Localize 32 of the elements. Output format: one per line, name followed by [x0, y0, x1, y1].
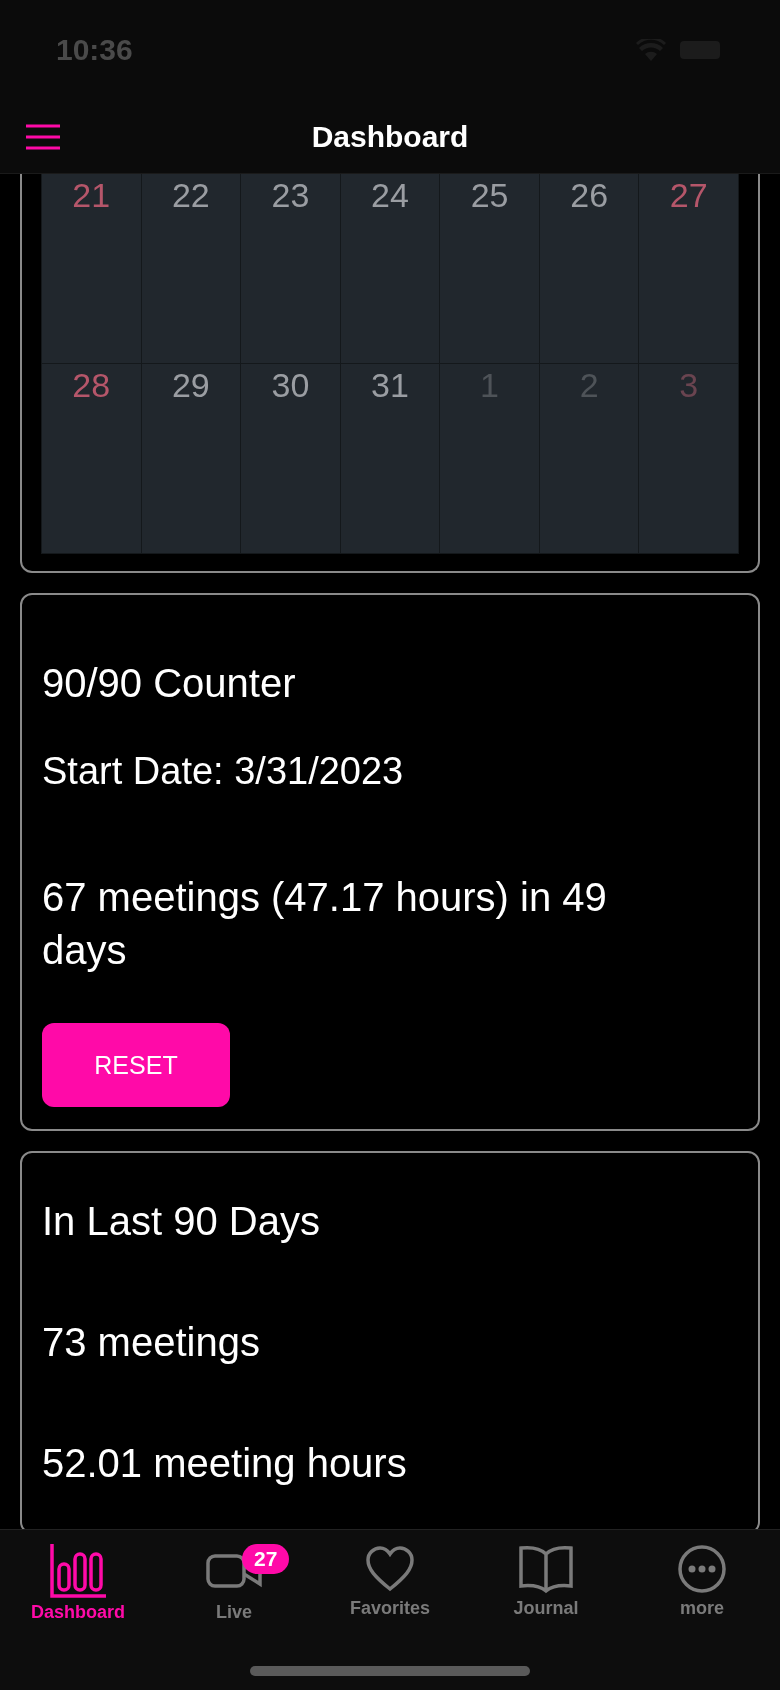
day-number: 3 [679, 366, 699, 405]
tab-item[interactable]: Journal [468, 1544, 624, 1623]
day-number: 22 [171, 176, 210, 215]
card-title: 90/90 Counter [42, 661, 297, 706]
day-number: 27 [669, 176, 708, 215]
tab-item[interactable]: Favorites [312, 1544, 468, 1623]
more-icon [677, 1544, 727, 1594]
reset-button[interactable]: RESET [42, 1023, 230, 1107]
day-number: 23 [271, 176, 310, 215]
start-date: Start Date: 3/31/2023 [42, 750, 405, 793]
count-badge: 27 [242, 1544, 290, 1574]
tab-item[interactable]: more [624, 1544, 780, 1623]
open-book-icon [518, 1544, 574, 1594]
day-number: 26 [570, 176, 609, 215]
status-time: 10:36 [56, 33, 133, 67]
day-number: 31 [371, 366, 409, 405]
screen-title: Dashboard [311, 119, 469, 154]
card-title: In Last 90 Days [42, 1199, 321, 1244]
meetings-summary: 67 meetings (47.17 hours) in 49 days [42, 874, 608, 974]
meetings-count: 73 meetings [42, 1320, 261, 1365]
bar-chart-icon [50, 1544, 106, 1598]
day-number: 28 [72, 366, 111, 405]
day-number: 21 [72, 176, 111, 215]
menu-icon[interactable] [26, 124, 60, 150]
day-number: 30 [271, 366, 310, 405]
tab-item[interactable]: Live 27 [156, 1544, 312, 1623]
day-number: 25 [470, 176, 509, 215]
day-number: 29 [171, 366, 210, 405]
meeting-hours: 52.01 meeting hours [42, 1441, 408, 1486]
day-number: 24 [371, 176, 409, 215]
tab-item[interactable]: Dashboard [0, 1544, 156, 1623]
heart-icon [365, 1544, 415, 1594]
